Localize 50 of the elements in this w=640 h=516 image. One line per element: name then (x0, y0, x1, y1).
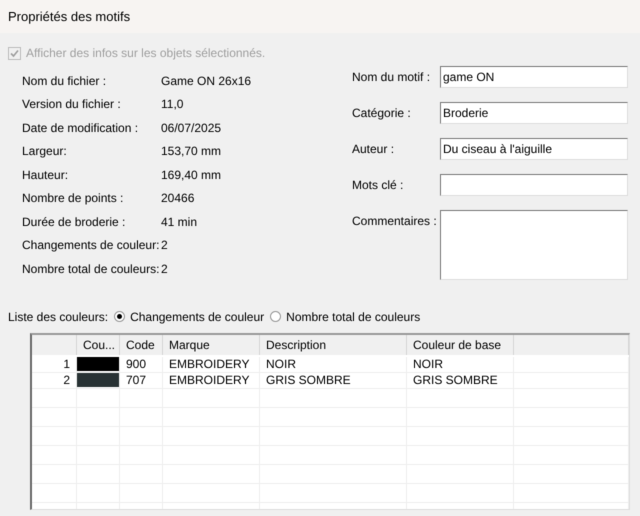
field-label: Catégorie : (352, 105, 412, 120)
table-cell: NOIR (407, 356, 514, 372)
input-field[interactable]: Du ciseau à l'aiguille (440, 138, 628, 160)
info-value: 41 min (161, 214, 198, 229)
table-cell: NOIR (260, 356, 407, 372)
field-label: Commentaires : (352, 213, 438, 228)
info-value: 169,40 mm (161, 168, 222, 182)
info-label: Largeur: (22, 144, 68, 158)
radio-label: Nombre total de couleurs (286, 310, 420, 324)
info-label: Hauteur: (22, 168, 70, 182)
info-label: Nombre total de couleurs: (22, 262, 160, 276)
info-label: Changements de couleur: (22, 238, 160, 252)
info-label: Date de modification : (22, 120, 140, 135)
table-cell (32, 464, 77, 484)
table-cell: GRIS SOMBRE (407, 372, 514, 388)
field-label: Nom du motif : (352, 69, 432, 84)
info-value: 2 (161, 238, 168, 252)
info-value: 20466 (161, 191, 194, 206)
info-value: 06/07/2025 (161, 120, 222, 135)
table-cell: EMBROIDERY (163, 372, 260, 388)
field-label: Mots clé : (352, 177, 404, 192)
radio-button[interactable] (270, 311, 282, 322)
table-cell: 707 (120, 372, 163, 388)
table-cell (32, 446, 77, 464)
comments-field[interactable] (440, 210, 628, 280)
table-cell: EMBROIDERY (163, 356, 260, 372)
field-label: Auteur : (352, 141, 396, 156)
table-cell (32, 484, 77, 502)
input-field[interactable]: game ON (440, 66, 628, 88)
info-value: 153,70 mm (161, 144, 222, 158)
checkbox-label: Afficher des infos sur les objets sélectionnés. (26, 46, 266, 60)
table-cell (32, 408, 77, 426)
radio-button[interactable] (114, 311, 126, 322)
info-value: Game ON 26x16 (161, 74, 252, 88)
table-cell (32, 388, 77, 408)
window-title: Propriétés des motifs (0, 0, 640, 33)
table-cell: 900 (120, 356, 163, 372)
radio-label: Changements de couleur (130, 310, 264, 324)
input-field[interactable] (440, 174, 628, 196)
info-label: Durée de broderie : (22, 214, 126, 229)
color-list-label: Liste des couleurs: (8, 310, 108, 324)
input-field[interactable]: Broderie (440, 102, 628, 124)
table-cell: GRIS SOMBRE (260, 372, 407, 388)
info-label: Version du fichier : (22, 97, 122, 112)
table-cell (32, 426, 77, 446)
table-cell (120, 388, 163, 408)
info-label: Nom du fichier : (22, 74, 108, 88)
info-label: Nombre de points : (22, 191, 124, 206)
info-value: 11,0 (161, 97, 184, 112)
info-value: 2 (161, 262, 168, 276)
